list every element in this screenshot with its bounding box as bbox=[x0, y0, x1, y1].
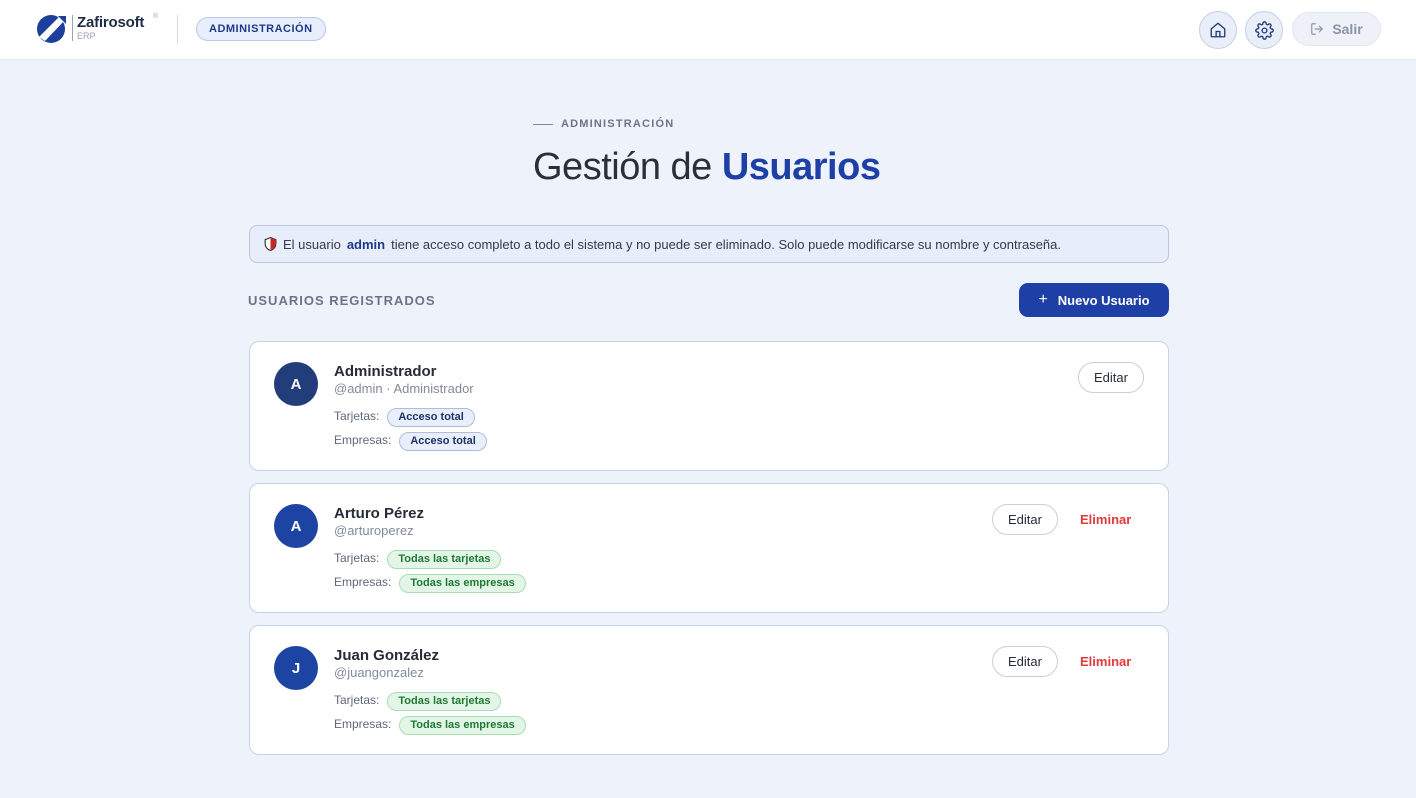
empresas-row: Empresas: Todas las empresas bbox=[334, 713, 526, 735]
tarjetas-row: Tarjetas: Acceso total bbox=[334, 405, 475, 427]
empresas-label: Empresas: bbox=[334, 575, 392, 589]
home-icon bbox=[1210, 22, 1226, 38]
tarjetas-badge: Todas las tarjetas bbox=[387, 692, 502, 711]
home-button[interactable] bbox=[1199, 11, 1237, 49]
settings-button[interactable] bbox=[1245, 11, 1283, 49]
plus-icon: + bbox=[1038, 291, 1048, 308]
empresas-row: Empresas: Acceso total bbox=[334, 429, 487, 451]
shield-icon bbox=[264, 237, 277, 251]
page-title-prefix: Gestión de bbox=[533, 146, 722, 188]
page-title: Gestión de Usuarios bbox=[533, 144, 881, 190]
user-name: Juan González bbox=[334, 647, 440, 664]
empresas-badge: Acceso total bbox=[399, 432, 487, 451]
user-card-arturoperez: A Arturo Pérez @arturoperez Tarjetas: To… bbox=[249, 483, 1169, 613]
new-user-button[interactable]: + Nuevo Usuario bbox=[1019, 283, 1169, 317]
empresas-label: Empresas: bbox=[334, 433, 392, 447]
edit-button[interactable]: Editar bbox=[992, 504, 1058, 535]
new-user-label: Nuevo Usuario bbox=[1057, 292, 1150, 308]
edit-button[interactable]: Editar bbox=[992, 646, 1058, 677]
tarjetas-row: Tarjetas: Todas las tarjetas bbox=[334, 689, 502, 711]
tarjetas-badge: Acceso total bbox=[387, 408, 475, 427]
avatar: A bbox=[274, 504, 318, 548]
tarjetas-badge: Todas las tarjetas bbox=[387, 550, 502, 569]
section-pill: ADMINISTRACIÓN bbox=[196, 17, 326, 41]
registered-mark: ® bbox=[153, 13, 159, 20]
gear-icon bbox=[1254, 20, 1274, 40]
user-handle: @arturoperez bbox=[334, 523, 414, 538]
top-bar: Zafirosoft ERP ® ADMINISTRACIÓN Salir bbox=[0, 0, 1416, 60]
tarjetas-label: Tarjetas: bbox=[334, 551, 380, 565]
header-divider bbox=[177, 15, 178, 44]
admin-notice: El usuario admin tiene acceso completo a… bbox=[249, 225, 1169, 263]
notice-user: admin bbox=[346, 236, 386, 252]
notice-suffix: tiene acceso completo a todo el sistema … bbox=[391, 236, 1061, 252]
eyebrow-text: ADMINISTRACIÓN bbox=[561, 118, 675, 130]
page-title-highlight: Usuarios bbox=[721, 146, 881, 188]
empresas-label: Empresas: bbox=[334, 717, 392, 731]
delete-button[interactable]: Eliminar bbox=[1080, 646, 1131, 677]
delete-button[interactable]: Eliminar bbox=[1080, 504, 1131, 535]
tarjetas-row: Tarjetas: Todas las tarjetas bbox=[334, 547, 502, 569]
empresas-badge: Todas las empresas bbox=[399, 574, 526, 593]
brand: Zafirosoft ERP bbox=[72, 15, 144, 41]
empresas-row: Empresas: Todas las empresas bbox=[334, 571, 526, 593]
tarjetas-label: Tarjetas: bbox=[334, 409, 380, 423]
brand-name: Zafirosoft bbox=[77, 14, 145, 31]
section-label: USUARIOS REGISTRADOS bbox=[248, 293, 436, 308]
zafirosoft-logo-icon bbox=[37, 15, 66, 43]
avatar: J bbox=[274, 646, 318, 690]
user-name: Administrador bbox=[334, 363, 437, 380]
user-handle: @admin · Administrador bbox=[334, 381, 474, 396]
empresas-badge: Todas las empresas bbox=[399, 716, 526, 735]
eyebrow-line bbox=[533, 123, 553, 125]
user-card-juangonzalez: J Juan González @juangonzalez Tarjetas: … bbox=[249, 625, 1169, 755]
avatar: A bbox=[274, 362, 318, 406]
logout-label: Salir bbox=[1332, 21, 1363, 37]
edit-button[interactable]: Editar bbox=[1078, 362, 1144, 393]
logout-icon bbox=[1311, 23, 1324, 35]
user-handle: @juangonzalez bbox=[334, 665, 424, 680]
brand-subtitle: ERP bbox=[77, 31, 96, 41]
notice-prefix: El usuario bbox=[283, 236, 341, 252]
logout-button[interactable]: Salir bbox=[1292, 12, 1381, 46]
page-eyebrow: ADMINISTRACIÓN bbox=[533, 118, 674, 130]
user-name: Arturo Pérez bbox=[334, 505, 425, 522]
tarjetas-label: Tarjetas: bbox=[334, 693, 380, 707]
user-card-admin: A Administrador @admin · Administrador T… bbox=[249, 341, 1169, 471]
